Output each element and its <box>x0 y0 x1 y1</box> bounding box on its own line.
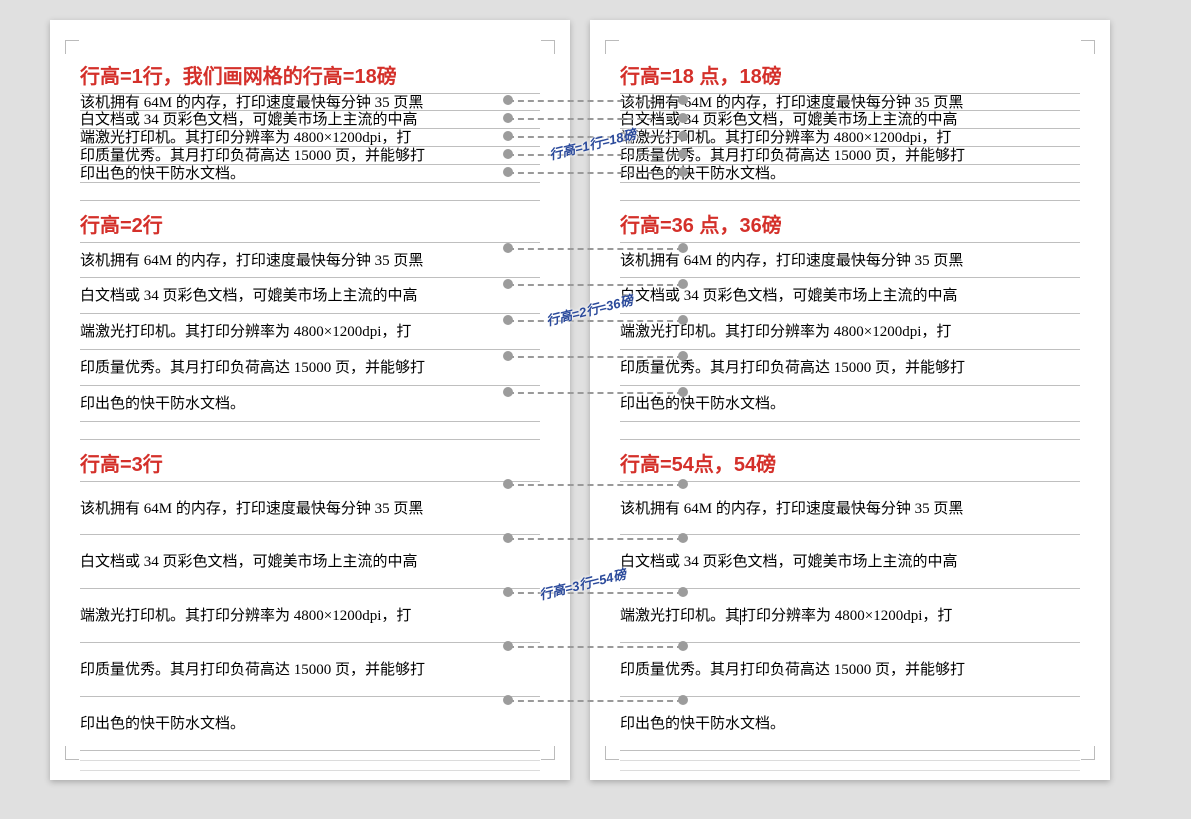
margin-corner <box>65 746 79 760</box>
heading: 行高=1行，我们画网格的行高=18磅 <box>80 60 540 89</box>
workspace: 行高=1行，我们画网格的行高=18磅 该机拥有 64M 的内存，打印速度最快每分… <box>0 0 1191 800</box>
margin-corner <box>65 40 79 54</box>
section-right-2: 行高=36 点，36磅 该机拥有 64M 的内存，打印速度最快每分钟 35 页黑… <box>620 209 1080 440</box>
page-right[interactable]: 行高=18 点，18磅 该机拥有 64M 的内存，打印速度最快每分钟 35 页黑… <box>590 20 1110 780</box>
grid-line <box>80 751 540 761</box>
paragraph[interactable]: 该机拥有 64M 的内存，打印速度最快每分钟 35 页黑 白文档或 34 页彩色… <box>80 242 540 440</box>
empty-line[interactable] <box>620 422 1080 440</box>
empty-line[interactable] <box>80 183 540 201</box>
paragraph[interactable]: 该机拥有 64M 的内存，打印速度最快每分钟 35 页黑 白文档或 34 页彩色… <box>620 481 1080 771</box>
text-line[interactable]: 该机拥有 64M 的内存，打印速度最快每分钟 35 页黑 <box>620 242 1080 278</box>
text-line[interactable]: 该机拥有 64M 的内存，打印速度最快每分钟 35 页黑 <box>80 93 540 111</box>
text-line[interactable]: 端激光打印机。其打印分辨率为 4800×1200dpi，打 <box>620 589 1080 643</box>
text-line[interactable]: 端激光打印机。其打印分辨率为 4800×1200dpi，打 <box>620 314 1080 350</box>
margin-corner <box>541 40 555 54</box>
text-line[interactable]: 印质量优秀。其月打印负荷高达 15000 页，并能够打 <box>620 147 1080 165</box>
heading: 行高=3行 <box>80 448 540 477</box>
text-line[interactable]: 白文档或 34 页彩色文档，可媲美市场上主流的中高 <box>80 111 540 129</box>
text-line[interactable]: 印出色的快干防水文档。 <box>620 165 1080 183</box>
text-line[interactable]: 该机拥有 64M 的内存，打印速度最快每分钟 35 页黑 <box>80 481 540 535</box>
heading: 行高=54点，54磅 <box>620 448 1080 477</box>
grid-line <box>80 761 540 771</box>
text-line[interactable]: 印出色的快干防水文档。 <box>80 165 540 183</box>
text-line[interactable]: 白文档或 34 页彩色文档，可媲美市场上主流的中高 <box>80 535 540 589</box>
text-line[interactable]: 印出色的快干防水文档。 <box>80 386 540 422</box>
text-line[interactable]: 端激光打印机。其打印分辨率为 4800×1200dpi，打 <box>620 129 1080 147</box>
text-line[interactable]: 白文档或 34 页彩色文档，可媲美市场上主流的中高 <box>620 111 1080 129</box>
margin-corner <box>1081 40 1095 54</box>
margin-corner <box>605 40 619 54</box>
empty-line[interactable] <box>80 422 540 440</box>
text-line[interactable]: 该机拥有 64M 的内存，打印速度最快每分钟 35 页黑 <box>620 93 1080 111</box>
paragraph[interactable]: 该机拥有 64M 的内存，打印速度最快每分钟 35 页黑 白文档或 34 页彩色… <box>80 93 540 201</box>
section-left-1: 行高=1行，我们画网格的行高=18磅 该机拥有 64M 的内存，打印速度最快每分… <box>80 60 540 201</box>
text-line[interactable]: 印质量优秀。其月打印负荷高达 15000 页，并能够打 <box>620 643 1080 697</box>
margin-corner <box>541 746 555 760</box>
section-left-3: 行高=3行 该机拥有 64M 的内存，打印速度最快每分钟 35 页黑 白文档或 … <box>80 448 540 771</box>
section-right-1: 行高=18 点，18磅 该机拥有 64M 的内存，打印速度最快每分钟 35 页黑… <box>620 60 1080 201</box>
text-cursor <box>740 609 741 625</box>
text-line[interactable]: 端激光打印机。其打印分辨率为 4800×1200dpi，打 <box>80 314 540 350</box>
paragraph[interactable]: 该机拥有 64M 的内存，打印速度最快每分钟 35 页黑 白文档或 34 页彩色… <box>80 481 540 771</box>
text-line[interactable]: 该机拥有 64M 的内存，打印速度最快每分钟 35 页黑 <box>80 242 540 278</box>
paragraph[interactable]: 该机拥有 64M 的内存，打印速度最快每分钟 35 页黑 白文档或 34 页彩色… <box>620 93 1080 201</box>
text-line[interactable]: 印出色的快干防水文档。 <box>80 697 540 751</box>
margin-corner <box>1081 746 1095 760</box>
text-line[interactable]: 白文档或 34 页彩色文档，可媲美市场上主流的中高 <box>620 535 1080 589</box>
text-line[interactable]: 印质量优秀。其月打印负荷高达 15000 页，并能够打 <box>80 350 540 386</box>
paragraph[interactable]: 该机拥有 64M 的内存，打印速度最快每分钟 35 页黑 白文档或 34 页彩色… <box>620 242 1080 440</box>
margin-corner <box>605 746 619 760</box>
text-line[interactable]: 该机拥有 64M 的内存，打印速度最快每分钟 35 页黑 <box>620 481 1080 535</box>
text-line[interactable]: 白文档或 34 页彩色文档，可媲美市场上主流的中高 <box>620 278 1080 314</box>
empty-line[interactable] <box>620 183 1080 201</box>
heading: 行高=18 点，18磅 <box>620 60 1080 89</box>
text-line[interactable]: 白文档或 34 页彩色文档，可媲美市场上主流的中高 <box>80 278 540 314</box>
text-line[interactable]: 端激光打印机。其打印分辨率为 4800×1200dpi，打 <box>80 129 540 147</box>
text-line[interactable]: 印质量优秀。其月打印负荷高达 15000 页，并能够打 <box>80 643 540 697</box>
heading: 行高=36 点，36磅 <box>620 209 1080 238</box>
text-line[interactable]: 印出色的快干防水文档。 <box>620 386 1080 422</box>
grid-line <box>620 761 1080 771</box>
text-line[interactable]: 端激光打印机。其打印分辨率为 4800×1200dpi，打 <box>80 589 540 643</box>
section-left-2: 行高=2行 该机拥有 64M 的内存，打印速度最快每分钟 35 页黑 白文档或 … <box>80 209 540 440</box>
section-right-3: 行高=54点，54磅 该机拥有 64M 的内存，打印速度最快每分钟 35 页黑 … <box>620 448 1080 771</box>
grid-line <box>620 751 1080 761</box>
heading: 行高=2行 <box>80 209 540 238</box>
text-line[interactable]: 印出色的快干防水文档。 <box>620 697 1080 751</box>
page-left[interactable]: 行高=1行，我们画网格的行高=18磅 该机拥有 64M 的内存，打印速度最快每分… <box>50 20 570 780</box>
text-line[interactable]: 印质量优秀。其月打印负荷高达 15000 页，并能够打 <box>620 350 1080 386</box>
text-line[interactable]: 印质量优秀。其月打印负荷高达 15000 页，并能够打 <box>80 147 540 165</box>
